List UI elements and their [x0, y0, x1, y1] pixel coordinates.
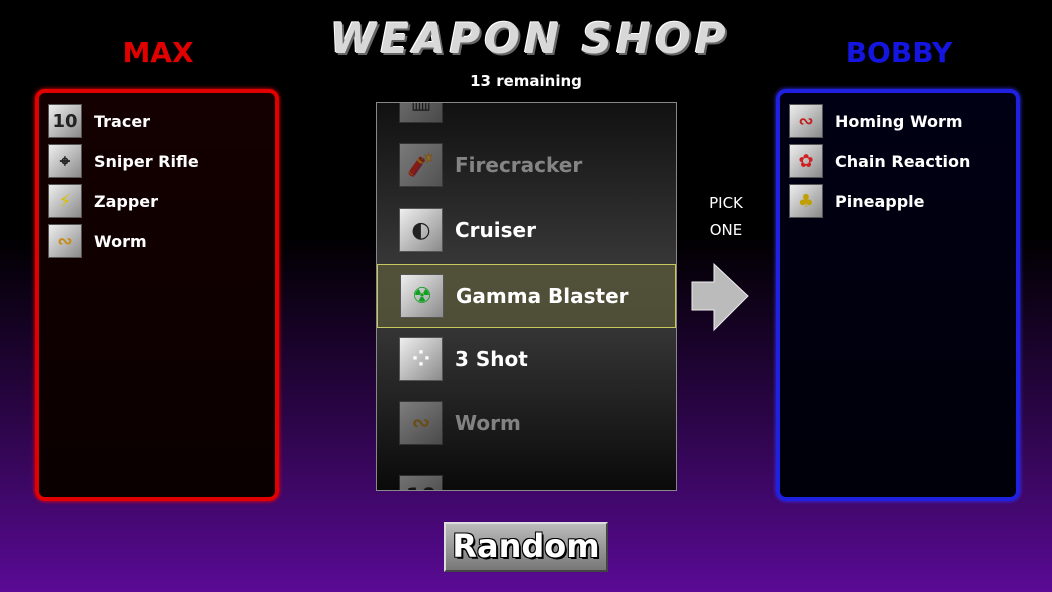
tracer-icon: 10	[399, 475, 443, 490]
chain-reaction-icon: ✿	[789, 144, 823, 178]
weapon-label: 3 Shot	[455, 347, 528, 371]
random-button[interactable]: Random	[444, 522, 608, 572]
weapon-list[interactable]: ▥ 🧨 Firecracker ◐ Cruiser ☢ Gamma Blaster ⁘…	[376, 102, 677, 491]
inventory-item: ✿ Chain Reaction	[780, 141, 1016, 181]
weapon-row[interactable]: ⁘ 3 Shot	[377, 327, 676, 391]
player2-inventory: ∾ Homing Worm ✿ Chain Reaction ♣ Pineapple	[776, 89, 1020, 501]
three-shot-icon: ⁘	[399, 337, 443, 381]
item-label: Tracer	[94, 111, 151, 131]
worm-icon: ∾	[48, 224, 82, 258]
one-text: ONE	[709, 221, 743, 239]
player1-name: MAX	[122, 36, 194, 69]
inventory-item: ⌖ Sniper Rifle	[39, 141, 275, 181]
item-label: Zapper	[94, 191, 159, 211]
weapon-row-selected[interactable]: ☢ Gamma Blaster	[377, 264, 676, 328]
item-label: Homing Worm	[835, 111, 963, 131]
lightning-icon: ⚡	[48, 184, 82, 218]
item-label: Sniper Rifle	[94, 151, 199, 171]
inventory-item: ♣ Pineapple	[780, 181, 1016, 221]
item-label: Worm	[94, 231, 147, 251]
weapon-label: Gamma Blaster	[456, 284, 629, 308]
item-label: Chain Reaction	[835, 151, 971, 171]
tracer-icon: 10	[48, 104, 82, 138]
weapon-icon: ▥	[399, 103, 443, 123]
player1-inventory: 10 Tracer ⌖ Sniper Rifle ⚡ Zapper ∾ Worm	[35, 89, 279, 501]
pick-one-label: PICK ONE	[700, 190, 752, 244]
weapon-row[interactable]: ◐ Cruiser	[377, 198, 676, 262]
inventory-item: ∾ Worm	[39, 221, 275, 261]
player2-name: BOBBY	[845, 36, 953, 69]
item-label: Pineapple	[835, 191, 925, 211]
homing-worm-icon: ∾	[789, 104, 823, 138]
remaining-count: 13 remaining	[470, 72, 582, 90]
worm-icon: ∾	[399, 401, 443, 445]
inventory-item: ∾ Homing Worm	[780, 101, 1016, 141]
crosshair-icon: ⌖	[48, 144, 82, 178]
weapon-row[interactable]: ∾ Worm	[377, 391, 676, 455]
weapon-row[interactable]: 🧨 Firecracker	[377, 133, 676, 197]
weapon-label: Worm	[455, 411, 521, 435]
weapon-label: Cruiser	[455, 218, 536, 242]
weapon-row[interactable]: 10	[377, 465, 676, 490]
weapon-label: Firecracker	[455, 153, 583, 177]
pick-text: PICK	[709, 194, 743, 212]
weapon-row[interactable]: ▥	[377, 103, 676, 133]
inventory-item: ⚡ Zapper	[39, 181, 275, 221]
radiation-icon: ☢	[400, 274, 444, 318]
firecracker-icon: 🧨	[399, 143, 443, 187]
pineapple-icon: ♣	[789, 184, 823, 218]
page-title: WEAPON SHOP	[330, 14, 730, 63]
cruiser-icon: ◐	[399, 208, 443, 252]
inventory-item: 10 Tracer	[39, 101, 275, 141]
arrow-right-icon[interactable]	[690, 262, 750, 332]
